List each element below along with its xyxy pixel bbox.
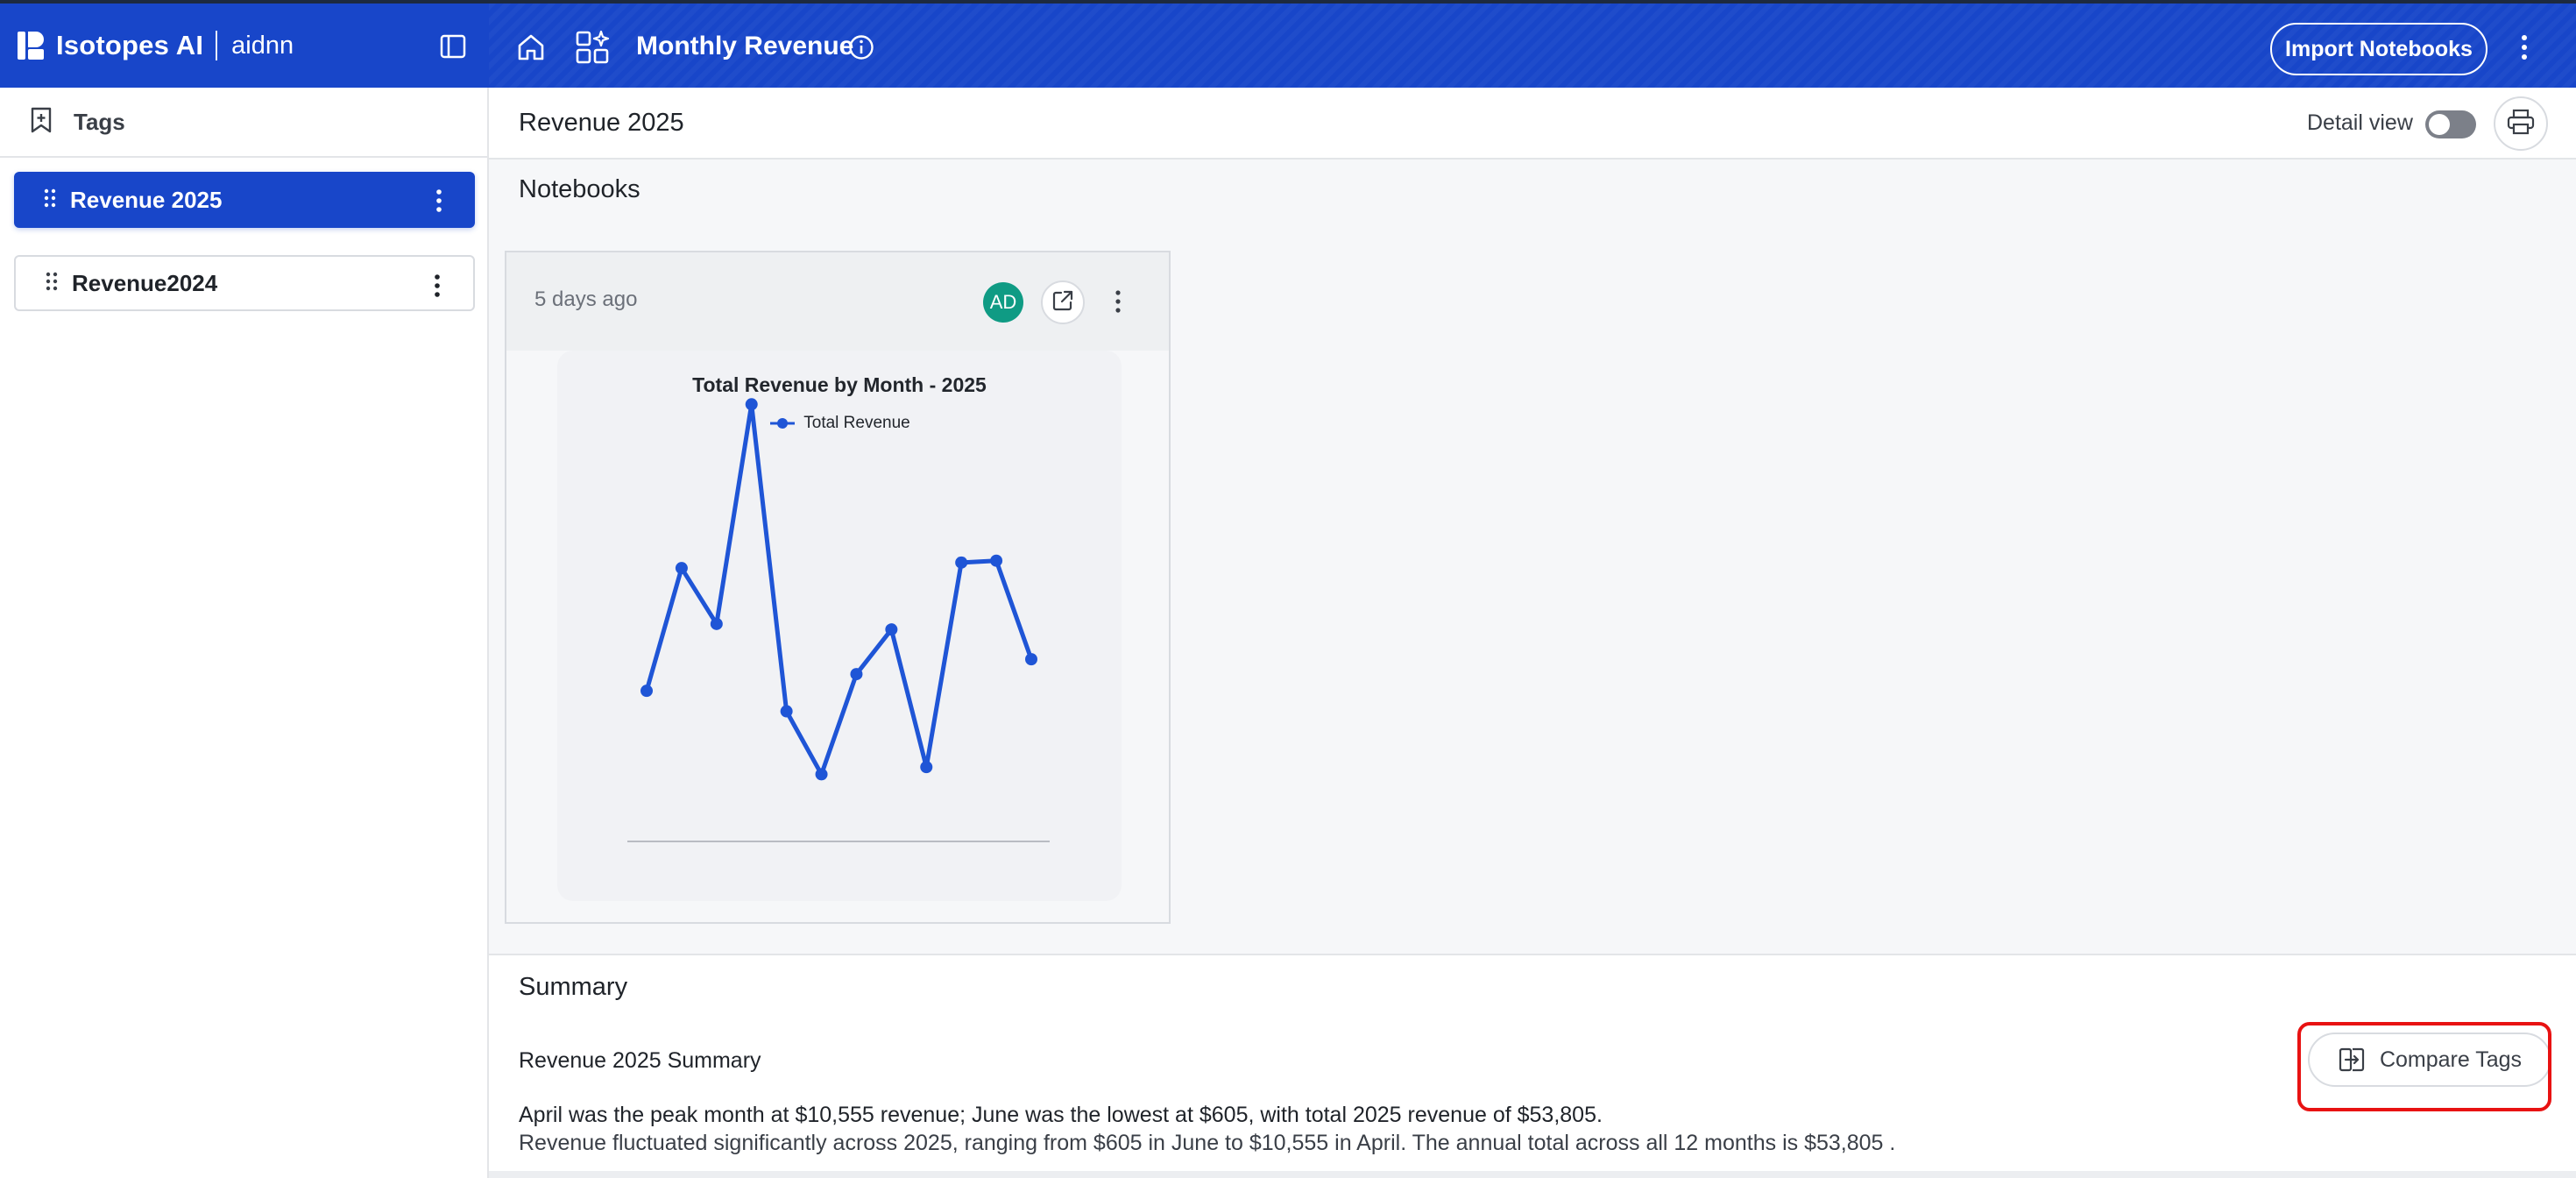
tag-label: Revenue2024 xyxy=(72,269,218,296)
chart-container: Total Revenue by Month - 2025 Total Reve… xyxy=(557,351,1122,901)
data-point-sep[interactable] xyxy=(920,761,933,774)
more-vertical-icon[interactable] xyxy=(2520,33,2529,61)
detail-view-label: Detail view xyxy=(2307,110,2413,135)
tag-label: Revenue 2025 xyxy=(70,186,223,213)
summary-text-secondary: Revenue fluctuated significantly across … xyxy=(519,1131,1896,1155)
data-point-jan[interactable] xyxy=(640,685,653,698)
chart-legend[interactable]: Total Revenue xyxy=(557,414,1122,433)
sidebar-header: Isotopes AI aidnn xyxy=(0,0,489,88)
tag-header: Revenue 2025 Detail view xyxy=(489,88,2576,160)
compare-tags-label: Compare Tags xyxy=(2379,1047,2523,1072)
legend-label: Total Revenue xyxy=(803,414,910,432)
notebooks-heading: Notebooks xyxy=(519,175,640,203)
more-vertical-icon[interactable] xyxy=(433,273,442,299)
isotopes-logo-icon[interactable] xyxy=(16,30,46,61)
notebook-timestamp: 5 days ago xyxy=(534,287,638,311)
compare-tags-button[interactable]: Compare Tags xyxy=(2308,1033,2551,1087)
data-point-nov[interactable] xyxy=(990,554,1003,567)
notebook-card-header: 5 days ago AD xyxy=(506,252,1169,351)
summary-text-primary: April was the peak month at $10,555 reve… xyxy=(519,1103,1603,1127)
tag-item-revenue-2025[interactable]: Revenue 2025 xyxy=(14,172,475,228)
data-point-may[interactable] xyxy=(780,705,793,718)
import-notebooks-button[interactable]: Import Notebooks xyxy=(2270,23,2488,75)
notebook-card[interactable]: 5 days ago AD Total Revenue by Month - 2… xyxy=(505,251,1171,924)
printer-icon xyxy=(2507,109,2535,139)
summary-heading: Summary xyxy=(519,973,628,1001)
data-point-oct[interactable] xyxy=(955,556,968,569)
tags-header[interactable]: Tags xyxy=(0,88,487,158)
detail-view-toggle[interactable] xyxy=(2425,110,2476,138)
info-icon[interactable] xyxy=(848,34,874,60)
drag-handle-icon[interactable] xyxy=(44,188,56,213)
brand-divider xyxy=(216,31,218,60)
data-point-apr[interactable] xyxy=(745,398,758,411)
data-point-feb[interactable] xyxy=(675,562,688,575)
more-vertical-icon[interactable] xyxy=(435,188,443,214)
collapse-sidebar-icon[interactable] xyxy=(440,33,466,60)
revenue-line-chart xyxy=(627,398,1050,842)
open-notebook-button[interactable] xyxy=(1041,280,1085,324)
bookmark-icon xyxy=(28,106,54,138)
data-point-jun[interactable] xyxy=(815,768,828,781)
avatar[interactable]: AD xyxy=(983,282,1023,323)
tags-label: Tags xyxy=(74,108,125,135)
tag-item-revenue2024[interactable]: Revenue2024 xyxy=(14,255,475,311)
top-bar: Monthly Revenue Import Notebooks xyxy=(489,0,2576,88)
data-point-dec[interactable] xyxy=(1025,653,1037,666)
data-point-aug[interactable] xyxy=(885,623,898,636)
summary-section: Summary Revenue 2025 Summary April was t… xyxy=(489,954,2576,1178)
chart-title: Total Revenue by Month - 2025 xyxy=(692,373,987,396)
data-point-mar[interactable] xyxy=(710,617,723,630)
bottom-scroll-edge xyxy=(489,1171,2576,1178)
compare-icon xyxy=(2338,1046,2366,1074)
brand-subtitle: aidnn xyxy=(231,31,294,60)
data-point-jul[interactable] xyxy=(850,668,863,681)
summary-subheading: Revenue 2025 Summary xyxy=(519,1048,761,1073)
page-title: Monthly Revenue xyxy=(636,32,854,60)
main-content: Revenue 2025 Detail view Notebooks 5 day… xyxy=(489,88,2576,1178)
sidebar: Isotopes AI aidnn Tags Revenue 2025 Reve… xyxy=(0,0,489,1178)
apps-grid-icon[interactable] xyxy=(575,30,610,65)
drag-handle-icon[interactable] xyxy=(46,271,58,296)
brand-name: Isotopes AI xyxy=(56,30,204,60)
legend-marker xyxy=(770,418,796,429)
tag-title: Revenue 2025 xyxy=(519,109,684,137)
series-line xyxy=(644,401,1034,777)
home-icon[interactable] xyxy=(515,32,547,63)
more-vertical-icon[interactable] xyxy=(1115,289,1122,314)
toggle-knob xyxy=(2429,114,2450,135)
print-button[interactable] xyxy=(2494,96,2548,151)
external-link-icon xyxy=(1051,288,1075,317)
